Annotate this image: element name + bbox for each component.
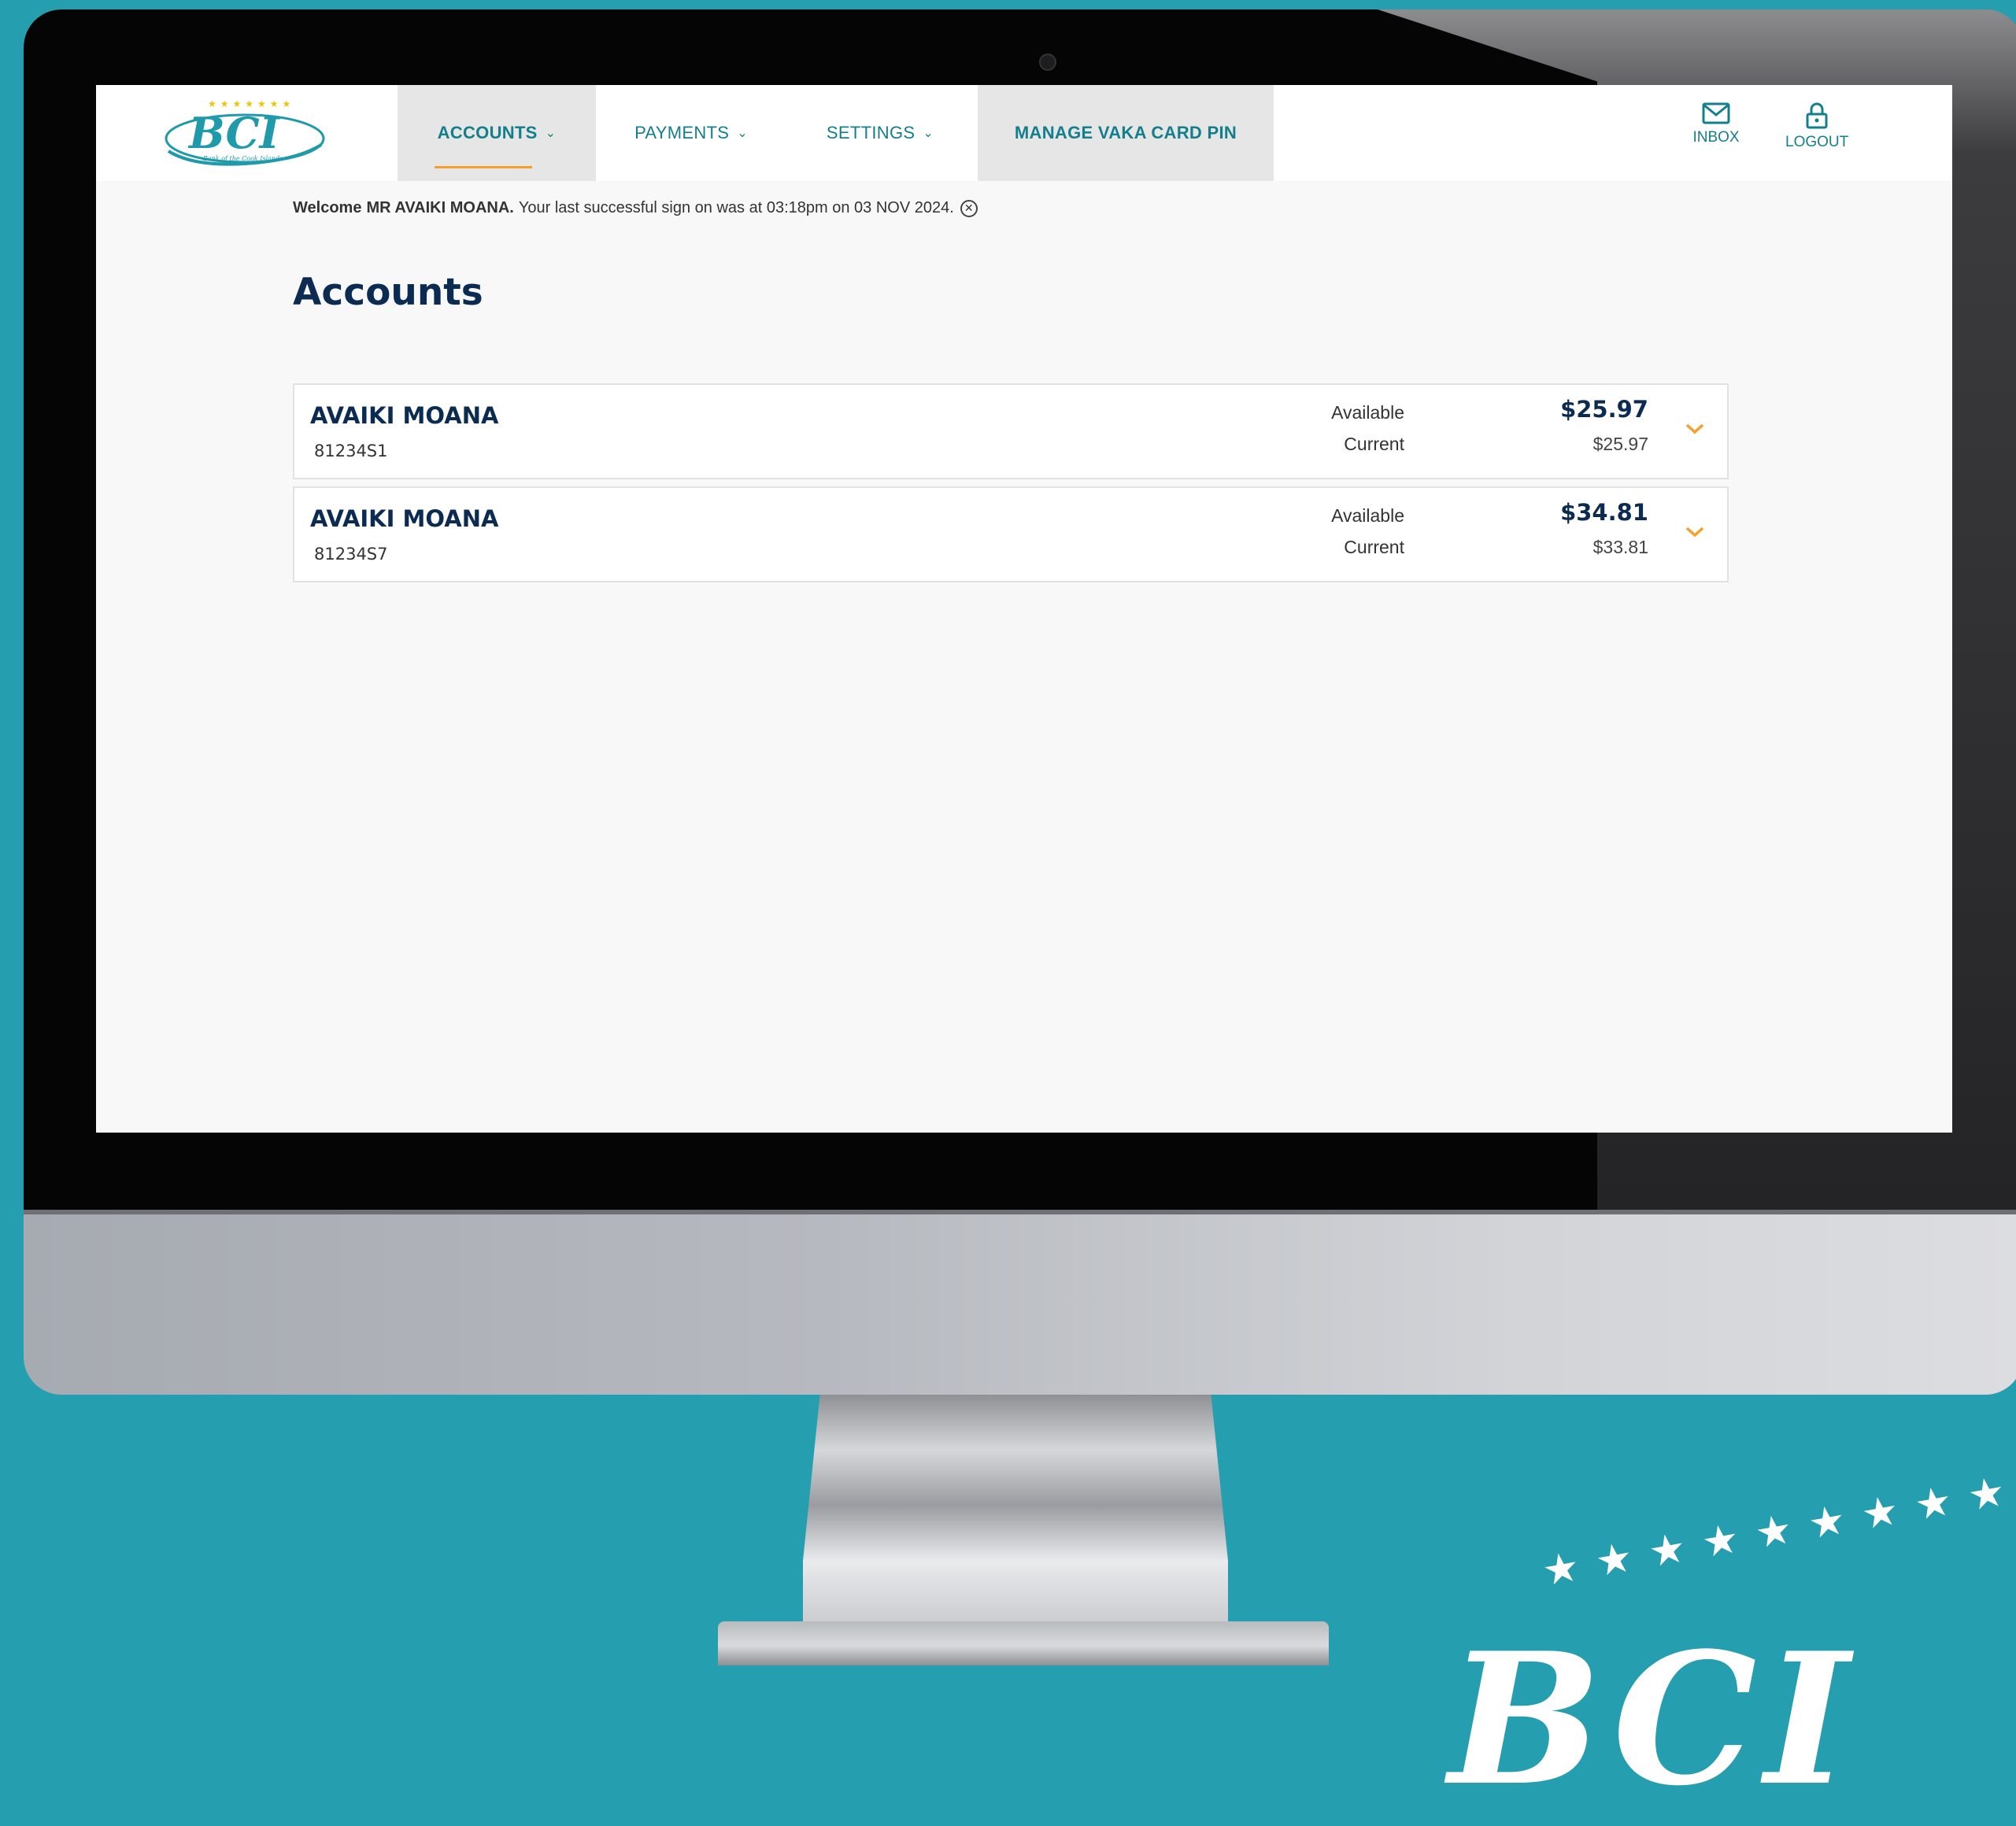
inbox-label: INBOX	[1692, 129, 1740, 146]
logout-button[interactable]: LOGOUT	[1785, 102, 1848, 151]
available-balance: $34.81	[1560, 499, 1648, 526]
nav-manage-vaka-card-pin[interactable]: MANAGE VAKA CARD PIN	[978, 85, 1274, 181]
nav-settings-label: SETTINGS	[826, 123, 916, 142]
inbox-button[interactable]: INBOX	[1685, 102, 1748, 146]
account-number: 81234S1	[314, 442, 388, 460]
monitor-stand	[803, 1395, 1228, 1647]
app-screen: ★★★★★★★ BCI Bank of the Cook Islands ACC…	[96, 85, 1952, 1133]
welcome-customer-name: MR AVAIKI MOANA.	[366, 199, 514, 216]
chevron-down-icon: ⌄	[545, 127, 557, 140]
welcome-banner: Welcome MR AVAIKI MOANA. Your last succe…	[293, 199, 978, 217]
account-number: 81234S7	[314, 545, 388, 564]
background-logo-stars: ★★★★★★★★★	[1538, 1465, 2016, 1596]
current-balance: $25.97	[1592, 434, 1648, 454]
available-balance: $25.97	[1560, 396, 1648, 423]
bci-logo-text: BCI	[187, 108, 281, 158]
chevron-down-icon: ⌄	[923, 127, 934, 140]
account-row[interactable]: AVAIKI MOANA 81234S7 Available Current $…	[293, 486, 1729, 582]
monitor-stand-base	[718, 1621, 1329, 1665]
current-label: Current	[1344, 434, 1404, 454]
nav-accounts-label: ACCOUNTS	[437, 123, 538, 142]
background-logo: BCI	[1448, 1613, 1858, 1826]
nav-manage-label: MANAGE VAKA CARD PIN	[1014, 123, 1237, 142]
logout-label: LOGOUT	[1785, 134, 1849, 150]
nav-active-underline	[435, 166, 532, 168]
current-label: Current	[1344, 537, 1404, 557]
available-label: Available	[1331, 402, 1404, 423]
account-name: AVAIKI MOANA	[310, 402, 499, 429]
welcome-last-signon: Your last successful sign on was at 03:1…	[518, 199, 954, 216]
welcome-prefix: Welcome	[293, 199, 362, 216]
available-label: Available	[1331, 505, 1404, 526]
monitor-chin-edge	[24, 1210, 2016, 1214]
lock-icon	[1806, 102, 1828, 129]
account-row[interactable]: AVAIKI MOANA 81234S1 Available Current $…	[293, 383, 1729, 479]
chevron-down-icon: ⌄	[737, 127, 748, 140]
nav-payments-label: PAYMENTS	[634, 123, 730, 142]
envelope-icon	[1702, 102, 1730, 124]
bci-logo-mark: ★★★★★★★ BCI Bank of the Cook Islands	[165, 98, 325, 166]
account-name: AVAIKI MOANA	[310, 505, 499, 532]
top-navigation: ★★★★★★★ BCI Bank of the Cook Islands ACC…	[96, 85, 1952, 181]
bci-logo[interactable]: ★★★★★★★ BCI Bank of the Cook Islands	[162, 96, 327, 172]
nav-payments[interactable]: PAYMENTS ⌄	[597, 85, 786, 181]
camera-icon	[1039, 54, 1056, 71]
nav-accounts[interactable]: ACCOUNTS ⌄	[398, 85, 596, 181]
close-icon[interactable]: ✕	[960, 199, 978, 217]
page-title: Accounts	[293, 271, 483, 314]
chevron-down-icon[interactable]	[1685, 524, 1705, 540]
chevron-down-icon[interactable]	[1685, 421, 1705, 437]
current-balance: $33.81	[1592, 537, 1648, 557]
nav-settings[interactable]: SETTINGS ⌄	[786, 85, 975, 181]
